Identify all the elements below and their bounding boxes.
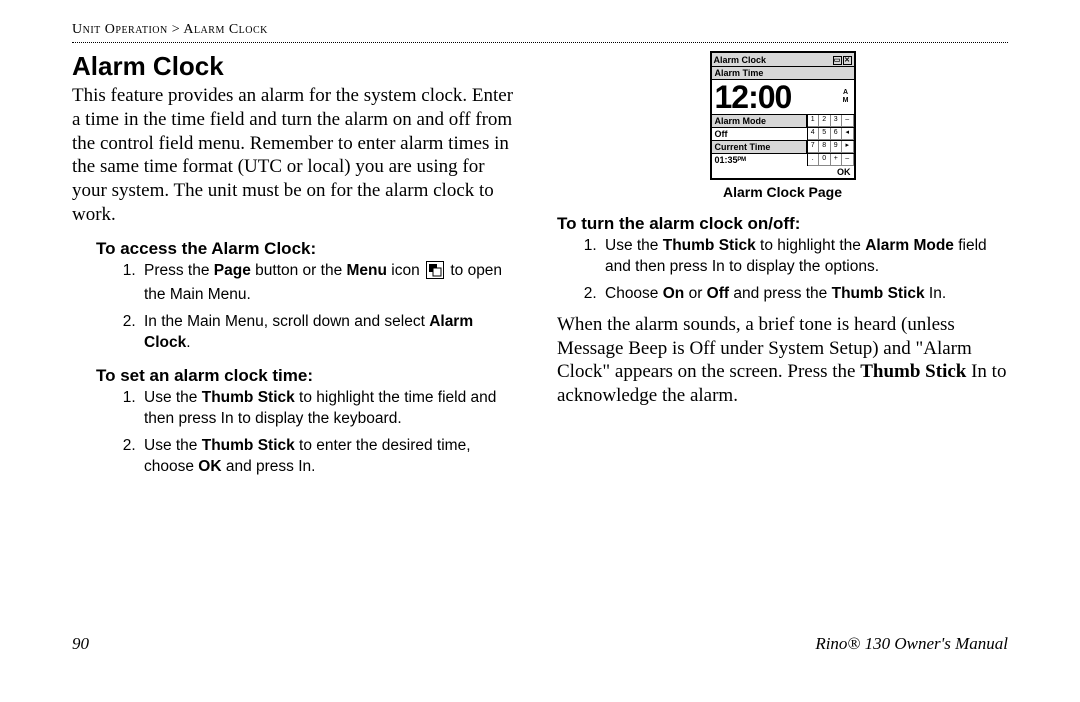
page-title: Alarm Clock: [72, 51, 523, 82]
manual-page: Unit Operation > Alarm Clock Alarm Clock…: [0, 0, 1080, 702]
menu-icon: [426, 261, 444, 286]
text: Use the: [144, 389, 202, 406]
device-screenshot: Alarm Clock ▭✕ Alarm Time 12:00 AM Alarm…: [710, 51, 856, 180]
current-time-row: Current Time 789▸: [712, 141, 854, 154]
list-item: Press the Page button or the Menu icon t…: [140, 261, 523, 307]
text: Use the: [144, 437, 202, 454]
list-item: In the Main Menu, scroll down and select…: [140, 312, 523, 354]
current-time-value: 01:35ᴾᴹ: [712, 154, 807, 166]
device-titlebar: Alarm Clock ▭✕: [712, 53, 854, 67]
page-footer: 90 Rino® 130 Owner's Manual: [72, 634, 1008, 654]
text-bold: Page: [214, 262, 251, 279]
manual-name: Rino® 130 Owner's Manual: [815, 634, 1008, 654]
text-bold: Thumb Stick: [832, 285, 925, 302]
text: and press In.: [222, 458, 316, 475]
text: In.: [925, 285, 947, 302]
device-title: Alarm Clock: [714, 55, 767, 65]
left-column: Alarm Clock This feature provides an ala…: [72, 51, 523, 486]
list-item: Choose On or Off and press the Thumb Sti…: [601, 284, 1008, 305]
alarm-time-field: 12:00 AM: [712, 80, 854, 115]
intro-paragraph: This feature provides an alarm for the s…: [72, 84, 523, 227]
text-bold: OK: [198, 458, 221, 475]
text-bold: Off: [707, 285, 729, 302]
keypad-row: 789▸: [807, 141, 854, 153]
subhead-onoff: To turn the alarm clock on/off:: [557, 214, 1008, 234]
list-item: Use the Thumb Stick to enter the desired…: [140, 436, 523, 478]
text-bold: Alarm Mode: [865, 237, 954, 254]
alarm-mode-row: Alarm Mode 123–: [712, 115, 854, 128]
subhead-set-time: To set an alarm clock time:: [96, 366, 523, 386]
alarm-time-value: 12:00: [715, 81, 792, 113]
device-title-buttons: ▭✕: [832, 54, 852, 65]
text-bold: Thumb Stick: [202, 389, 295, 406]
text-bold: Menu: [347, 262, 387, 279]
keypad-row: .0+–: [807, 154, 854, 166]
divider: [72, 42, 1008, 43]
text: In the Main Menu, scroll down and select: [144, 313, 429, 330]
list-item: Use the Thumb Stick to highlight the Ala…: [601, 236, 1008, 278]
steps-set-time: Use the Thumb Stick to highlight the tim…: [72, 388, 523, 478]
text: button or the: [251, 262, 347, 279]
alarm-mode-val-row: Off 456◂: [712, 128, 854, 141]
current-time-val-row: 01:35ᴾᴹ .0+–: [712, 154, 854, 166]
steps-access: Press the Page button or the Menu icon t…: [72, 261, 523, 355]
right-column: Alarm Clock ▭✕ Alarm Time 12:00 AM Alarm…: [557, 51, 1008, 486]
text: or: [684, 285, 706, 302]
text: Use the: [605, 237, 663, 254]
text-bold: Thumb Stick: [663, 237, 756, 254]
keypad-row: 456◂: [807, 128, 854, 140]
breadcrumb: Unit Operation > Alarm Clock: [72, 22, 1008, 40]
subhead-access: To access the Alarm Clock:: [96, 239, 523, 259]
current-time-label: Current Time: [712, 141, 807, 153]
window-btn-icon: ▭: [833, 56, 842, 65]
close-icon: ✕: [843, 56, 852, 65]
text: Press the: [144, 262, 214, 279]
am-pm: AM: [843, 89, 851, 105]
text-bold: On: [663, 285, 685, 302]
text-bold: Thumb Stick: [860, 361, 966, 382]
content-columns: Alarm Clock This feature provides an ala…: [72, 51, 1008, 486]
alarm-mode-label: Alarm Mode: [712, 115, 807, 127]
steps-onoff: Use the Thumb Stick to highlight the Ala…: [557, 236, 1008, 305]
figure-caption: Alarm Clock Page: [557, 184, 1008, 200]
alarm-mode-value: Off: [712, 128, 807, 140]
text: Choose: [605, 285, 663, 302]
text-bold: Thumb Stick: [202, 437, 295, 454]
text: and press the: [729, 285, 832, 302]
text: .: [186, 334, 190, 351]
closing-paragraph: When the alarm sounds, a brief tone is h…: [557, 313, 1008, 408]
keypad-row: 123–: [807, 115, 854, 127]
list-item: Use the Thumb Stick to highlight the tim…: [140, 388, 523, 430]
text: icon: [387, 262, 424, 279]
page-number: 90: [72, 634, 89, 654]
figure: Alarm Clock ▭✕ Alarm Time 12:00 AM Alarm…: [557, 51, 1008, 200]
text: to highlight the: [756, 237, 865, 254]
ok-row: OK: [712, 166, 854, 178]
